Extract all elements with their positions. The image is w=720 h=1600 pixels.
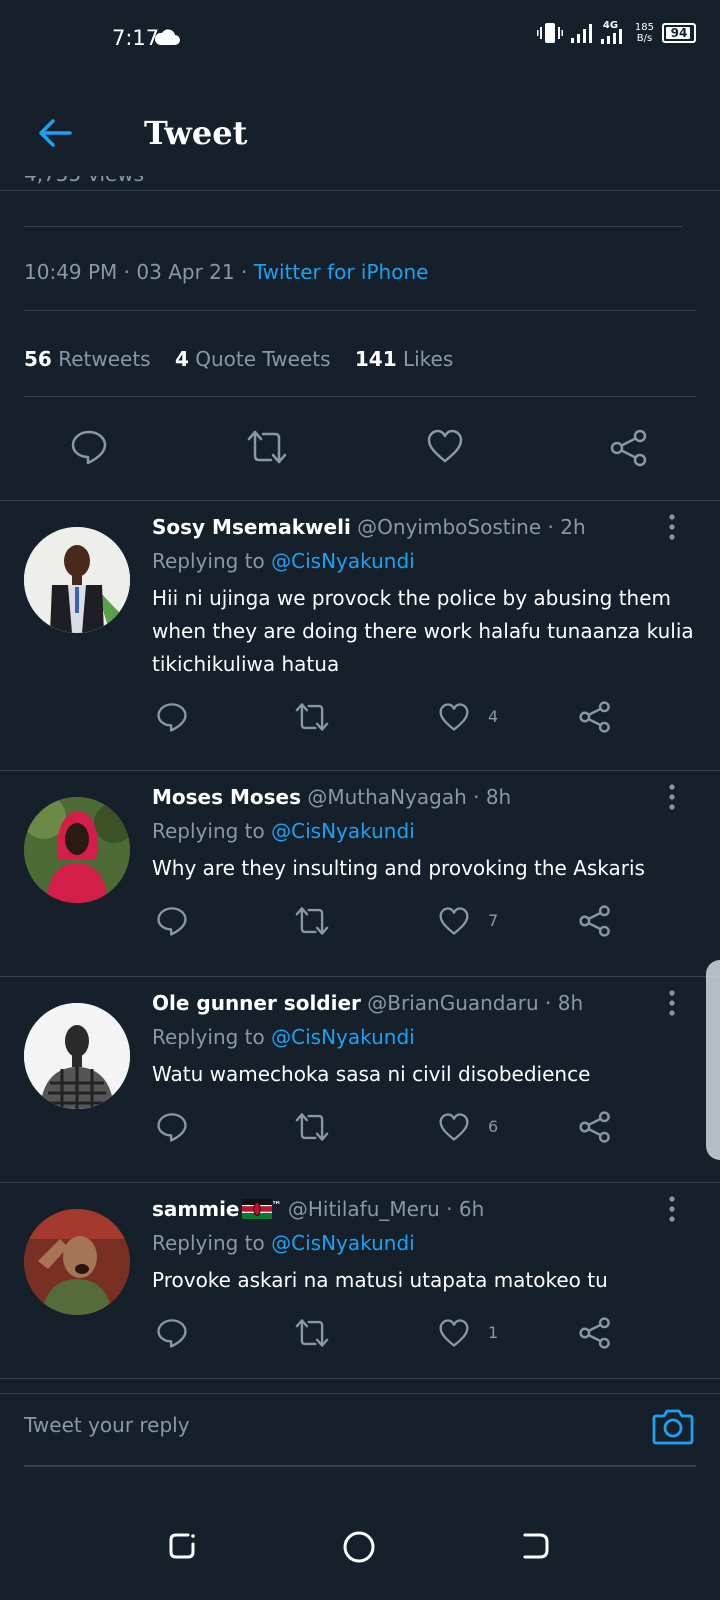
divider xyxy=(24,310,696,311)
reply-time: 6h xyxy=(458,1197,485,1221)
user-handle[interactable]: @MuthaNyagah xyxy=(307,785,466,809)
divider xyxy=(24,396,696,397)
reply-tweet[interactable]: Sosy Msemakweli @OnyimboSostine · 2h Rep… xyxy=(0,501,720,771)
share-icon[interactable] xyxy=(578,700,612,734)
reply-icon[interactable] xyxy=(156,701,188,733)
divider xyxy=(24,226,682,227)
reply-input[interactable]: Tweet your reply xyxy=(24,1413,190,1437)
share-icon[interactable] xyxy=(609,428,649,468)
mention-link[interactable]: @CisNyakundi xyxy=(271,819,415,843)
retweet-icon[interactable] xyxy=(294,905,330,937)
user-handle[interactable]: @BrianGuandaru xyxy=(367,991,538,1015)
kenya-flag-icon xyxy=(241,1199,272,1219)
reply-icon[interactable] xyxy=(156,905,188,937)
more-icon[interactable] xyxy=(668,989,676,1017)
status-icons: 4G 185 B/s 94 xyxy=(536,20,696,44)
reply-time: 8h xyxy=(557,991,584,1015)
reply-time: 2h xyxy=(560,515,586,539)
like-count: 6 xyxy=(488,1117,499,1136)
page-title: Tweet xyxy=(144,114,248,152)
more-icon[interactable] xyxy=(668,1195,676,1223)
reply-header: sammie ™ @Hitilafu_Meru · 6h xyxy=(152,1197,485,1221)
mention-link[interactable]: @CisNyakundi xyxy=(271,1231,415,1255)
like-icon[interactable] xyxy=(438,702,470,732)
reply-time: 8h xyxy=(485,785,512,809)
retweet-icon[interactable] xyxy=(246,428,288,466)
user-handle[interactable]: @Hitilafu_Meru xyxy=(288,1197,440,1221)
recents-icon[interactable] xyxy=(166,1530,198,1562)
likes-stat[interactable]: 141 Likes xyxy=(355,347,453,371)
like-icon[interactable] xyxy=(438,1318,470,1348)
back-arrow-icon[interactable] xyxy=(36,116,74,150)
retweet-icon[interactable] xyxy=(294,1317,330,1349)
battery-indicator: 94 xyxy=(662,23,696,43)
camera-icon[interactable] xyxy=(652,1407,694,1445)
status-bar: 7:17 4G 185 B/s 94 xyxy=(0,0,720,80)
like-count: 4 xyxy=(488,707,499,726)
net-speed: 185 B/s xyxy=(634,22,654,44)
like-icon[interactable] xyxy=(438,1112,470,1142)
like-count: 1 xyxy=(488,1323,499,1342)
reply-text: Watu wamechoka sasa ni civil disobedienc… xyxy=(152,1062,591,1086)
retweets-stat[interactable]: 56 Retweets xyxy=(24,347,151,371)
replying-to: Replying to @CisNyakundi xyxy=(152,1025,415,1049)
reply-header: Moses Moses @MuthaNyagah · 8h xyxy=(152,785,512,809)
network-type: 4G xyxy=(600,20,627,44)
display-name[interactable]: sammie xyxy=(152,1197,240,1221)
avatar[interactable] xyxy=(24,1209,130,1315)
share-icon[interactable] xyxy=(578,904,612,938)
more-icon[interactable] xyxy=(668,513,676,541)
reply-composer[interactable]: Tweet your reply xyxy=(0,1378,720,1489)
engagement-counts: 56 Retweets 4 Quote Tweets 141 Likes xyxy=(24,347,453,371)
replying-to: Replying to @CisNyakundi xyxy=(152,1231,415,1255)
replying-to: Replying to @CisNyakundi xyxy=(152,549,415,573)
display-name[interactable]: Ole gunner soldier xyxy=(152,991,361,1015)
like-icon[interactable] xyxy=(438,906,470,936)
avatar[interactable] xyxy=(24,1003,130,1109)
quote-tweets-stat[interactable]: 4 Quote Tweets xyxy=(175,347,331,371)
display-name[interactable]: Sosy Msemakweli xyxy=(152,515,351,539)
scrollbar-handle[interactable] xyxy=(706,960,720,1160)
replying-to: Replying to @CisNyakundi xyxy=(152,819,415,843)
signal-icon xyxy=(570,24,592,43)
reply-icon[interactable] xyxy=(156,1111,188,1143)
tweet-timestamp: 10:49 PM · 03 Apr 21 · Twitter for iPhon… xyxy=(24,260,429,284)
system-nav-bar xyxy=(0,1490,720,1600)
vibrate-icon xyxy=(536,23,563,43)
like-count: 7 xyxy=(488,911,499,930)
more-icon[interactable] xyxy=(668,783,676,811)
tweet-source-link[interactable]: Twitter for iPhone xyxy=(254,260,429,284)
reply-icon[interactable] xyxy=(156,1317,188,1349)
top-bar: Tweet xyxy=(0,80,720,191)
reply-icon[interactable] xyxy=(70,428,108,466)
tweet-actions xyxy=(0,428,720,468)
retweet-icon[interactable] xyxy=(294,1111,330,1143)
reply-text: Provoke askari na matusi utapata matokeo… xyxy=(152,1268,608,1292)
views-count: 4,755 views xyxy=(24,176,144,202)
back-nav-icon[interactable] xyxy=(520,1530,552,1562)
mention-link[interactable]: @CisNyakundi xyxy=(271,1025,415,1049)
cloud-icon xyxy=(154,29,180,45)
avatar[interactable] xyxy=(24,527,130,633)
reply-tweet[interactable]: sammie ™ @Hitilafu_Meru · 6h Replying to… xyxy=(0,1183,720,1394)
reply-tweet[interactable]: Ole gunner soldier @BrianGuandaru · 8h R… xyxy=(0,977,720,1183)
share-icon[interactable] xyxy=(578,1110,612,1144)
display-name[interactable]: Moses Moses xyxy=(152,785,301,809)
retweet-icon[interactable] xyxy=(294,701,330,733)
home-icon[interactable] xyxy=(342,1530,376,1564)
reply-header: Ole gunner soldier @BrianGuandaru · 8h xyxy=(152,991,584,1015)
reply-tweet[interactable]: Moses Moses @MuthaNyagah · 8h Replying t… xyxy=(0,771,720,977)
user-handle[interactable]: @OnyimboSostine xyxy=(357,515,541,539)
reply-header: Sosy Msemakweli @OnyimboSostine · 2h xyxy=(152,515,586,539)
share-icon[interactable] xyxy=(578,1316,612,1350)
reply-text: Why are they insulting and provoking the… xyxy=(152,856,645,880)
mention-link[interactable]: @CisNyakundi xyxy=(271,549,415,573)
reply-input-underline xyxy=(24,1465,696,1467)
avatar[interactable] xyxy=(24,797,130,903)
reply-text: Hii ni ujinga we provock the police by a… xyxy=(152,586,694,676)
like-icon[interactable] xyxy=(426,428,464,464)
